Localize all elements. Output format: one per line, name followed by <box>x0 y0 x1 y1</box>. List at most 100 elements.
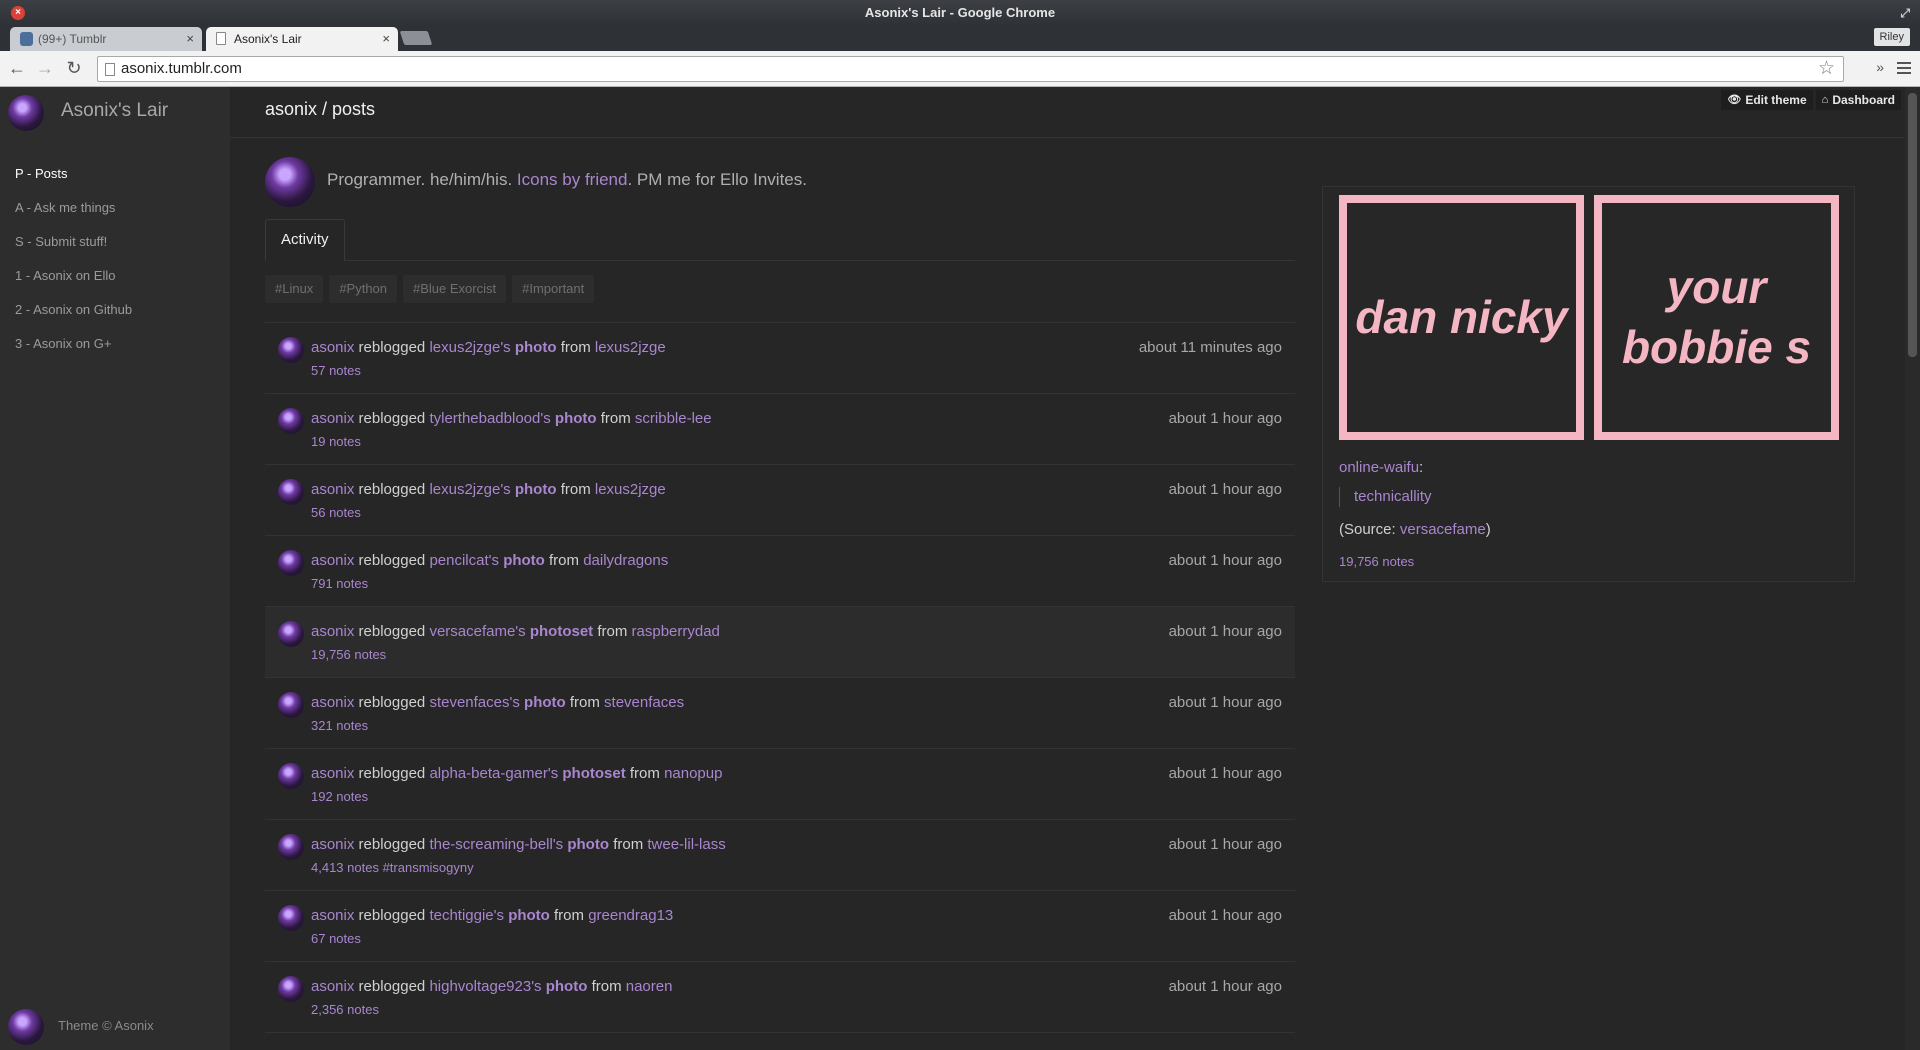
activity-post-type-link[interactable]: photo <box>515 339 557 356</box>
browser-tab-asonix[interactable]: Asonix's Lair × <box>206 27 398 51</box>
activity-avatar[interactable] <box>278 621 304 647</box>
activity-notes-link[interactable]: 192 notes <box>311 789 368 804</box>
activity-user-link[interactable]: asonix <box>311 623 354 640</box>
sidebar-item-gplus[interactable]: 3 - Asonix on G+ <box>15 327 132 361</box>
sidebar-item-ask[interactable]: A - Ask me things <box>15 191 132 225</box>
browser-tab-tumblr[interactable]: (99+) Tumblr × <box>10 27 202 51</box>
activity-post-type-link[interactable]: photoset <box>530 623 593 640</box>
activity-row[interactable]: asonix reblogged tylerthebadblood's phot… <box>265 394 1295 465</box>
activity-row[interactable]: asonix reblogged lexus2jzge's photo from… <box>265 323 1295 394</box>
icons-credit-link[interactable]: Icons by friend <box>517 170 628 189</box>
activity-post-type-link[interactable]: photo <box>567 836 609 853</box>
new-tab-button[interactable] <box>399 31 433 45</box>
reload-icon[interactable]: ↻ <box>63 57 85 79</box>
activity-post-type-link[interactable]: photo <box>508 907 550 924</box>
activity-source-link[interactable]: lexus2jzge <box>595 339 666 356</box>
activity-user-link[interactable]: asonix <box>311 765 354 782</box>
activity-owner-link[interactable]: pencilcat's <box>429 552 499 569</box>
activity-source-link[interactable]: raspberrydad <box>632 623 720 640</box>
tag-linux[interactable]: #Linux <box>265 275 324 303</box>
activity-row[interactable]: asonix reblogged pencilcat's photo from … <box>265 536 1295 607</box>
profile-button[interactable]: Riley <box>1873 28 1910 46</box>
activity-source-link[interactable]: twee-lil-lass <box>647 836 725 853</box>
activity-post-type-link[interactable]: photo <box>524 694 566 711</box>
activity-owner-link[interactable]: techtiggie's <box>429 907 504 924</box>
activity-avatar[interactable] <box>278 550 304 576</box>
tag-python[interactable]: #Python <box>329 275 398 303</box>
activity-row[interactable]: asonix reblogged lexus2jzge's photo from… <box>265 465 1295 536</box>
activity-avatar[interactable] <box>278 408 304 434</box>
extensions-chevron-icon[interactable]: » <box>1876 59 1884 75</box>
activity-user-link[interactable]: asonix <box>311 552 354 569</box>
activity-source-link[interactable]: greendrag13 <box>588 907 673 924</box>
activity-user-link[interactable]: asonix <box>311 410 354 427</box>
activity-source-link[interactable]: nanopup <box>664 765 722 782</box>
activity-user-link[interactable]: asonix <box>311 978 354 995</box>
activity-user-link[interactable]: asonix <box>311 481 354 498</box>
activity-owner-link[interactable]: lexus2jzge's <box>429 481 510 498</box>
back-arrow-icon[interactable]: ← <box>6 57 28 79</box>
activity-owner-link[interactable]: alpha-beta-gamer's <box>429 765 558 782</box>
blog-avatar[interactable] <box>8 95 44 131</box>
activity-row[interactable]: asonix reblogged highvoltage923's photo … <box>265 962 1295 1033</box>
address-bar[interactable]: asonix.tumblr.com ☆ <box>97 56 1844 82</box>
activity-notes-link[interactable]: 19 notes <box>311 434 361 449</box>
activity-owner-link[interactable]: highvoltage923's <box>429 978 541 995</box>
activity-avatar[interactable] <box>278 905 304 931</box>
scrollbar-thumb[interactable] <box>1908 93 1917 357</box>
restore-window-icon[interactable]: ⤢ <box>1900 4 1910 22</box>
activity-avatar[interactable] <box>278 976 304 1002</box>
activity-owner-link[interactable]: lexus2jzge's <box>429 339 510 356</box>
activity-notes-link[interactable]: 2,356 notes <box>311 1002 379 1017</box>
activity-notes-link[interactable]: 321 notes <box>311 718 368 733</box>
photo-2[interactable]: your bobbie s <box>1594 195 1839 440</box>
activity-owner-link[interactable]: stevenfaces's <box>429 694 519 711</box>
activity-row[interactable]: asonix reblogged alpha-beta-gamer's phot… <box>265 749 1295 820</box>
blog-title[interactable]: Asonix's Lair <box>61 100 168 122</box>
tab-activity[interactable]: Activity <box>265 219 345 261</box>
activity-post-type-link[interactable]: photo <box>555 410 597 427</box>
activity-post-type-link[interactable]: photo <box>546 978 588 995</box>
activity-avatar[interactable] <box>278 834 304 860</box>
photo-1[interactable]: dan nicky <box>1339 195 1584 440</box>
edit-theme-button[interactable]: 👁 Edit theme <box>1721 90 1813 110</box>
activity-user-link[interactable]: asonix <box>311 339 354 356</box>
sidebar-item-posts[interactable]: P - Posts <box>15 157 132 191</box>
activity-user-link[interactable]: asonix <box>311 907 354 924</box>
forward-arrow-icon[interactable]: → <box>34 57 56 79</box>
activity-post-type-link[interactable]: photo <box>503 552 545 569</box>
activity-row[interactable]: asonix reblogged the-screaming-bell's ph… <box>265 820 1295 891</box>
activity-post-type-link[interactable]: photo <box>515 481 557 498</box>
close-tab-icon[interactable]: × <box>382 27 390 51</box>
post-author-link[interactable]: online-waifu <box>1339 459 1419 476</box>
activity-avatar[interactable] <box>278 337 304 363</box>
post-notes-link[interactable]: 19,756 notes <box>1339 554 1414 569</box>
activity-notes-link[interactable]: 56 notes <box>311 505 361 520</box>
sidebar-item-submit[interactable]: S - Submit stuff! <box>15 225 132 259</box>
chrome-menu-icon[interactable] <box>1897 62 1911 74</box>
activity-source-link[interactable]: naoren <box>626 978 673 995</box>
activity-avatar[interactable] <box>278 479 304 505</box>
activity-notes-link[interactable]: 19,756 notes <box>311 647 386 662</box>
sidebar-item-github[interactable]: 2 - Asonix on Github <box>15 293 132 327</box>
activity-user-link[interactable]: asonix <box>311 694 354 711</box>
tag-blue-exorcist[interactable]: #Blue Exorcist <box>403 275 507 303</box>
dashboard-button[interactable]: ⌂ Dashboard <box>1815 90 1901 110</box>
activity-owner-link[interactable]: tylerthebadblood's <box>429 410 550 427</box>
activity-source-link[interactable]: dailydragons <box>583 552 668 569</box>
close-window-icon[interactable]: × <box>11 6 25 20</box>
activity-notes-link[interactable]: 4,413 notes <box>311 860 379 875</box>
activity-avatar[interactable] <box>278 692 304 718</box>
activity-notes-link[interactable]: 57 notes <box>311 363 361 378</box>
activity-avatar[interactable] <box>278 763 304 789</box>
source-link[interactable]: versacefame <box>1400 521 1486 538</box>
activity-owner-link[interactable]: the-screaming-bell's <box>429 836 563 853</box>
activity-notes-link[interactable]: 791 notes <box>311 576 368 591</box>
activity-post-type-link[interactable]: photoset <box>562 765 625 782</box>
activity-tag-link[interactable]: #transmisogyny <box>383 860 474 875</box>
activity-user-link[interactable]: asonix <box>311 836 354 853</box>
activity-notes-link[interactable]: 67 notes <box>311 931 361 946</box>
close-tab-icon[interactable]: × <box>186 27 194 51</box>
sidebar-item-ello[interactable]: 1 - Asonix on Ello <box>15 259 132 293</box>
activity-source-link[interactable]: lexus2jzge <box>595 481 666 498</box>
